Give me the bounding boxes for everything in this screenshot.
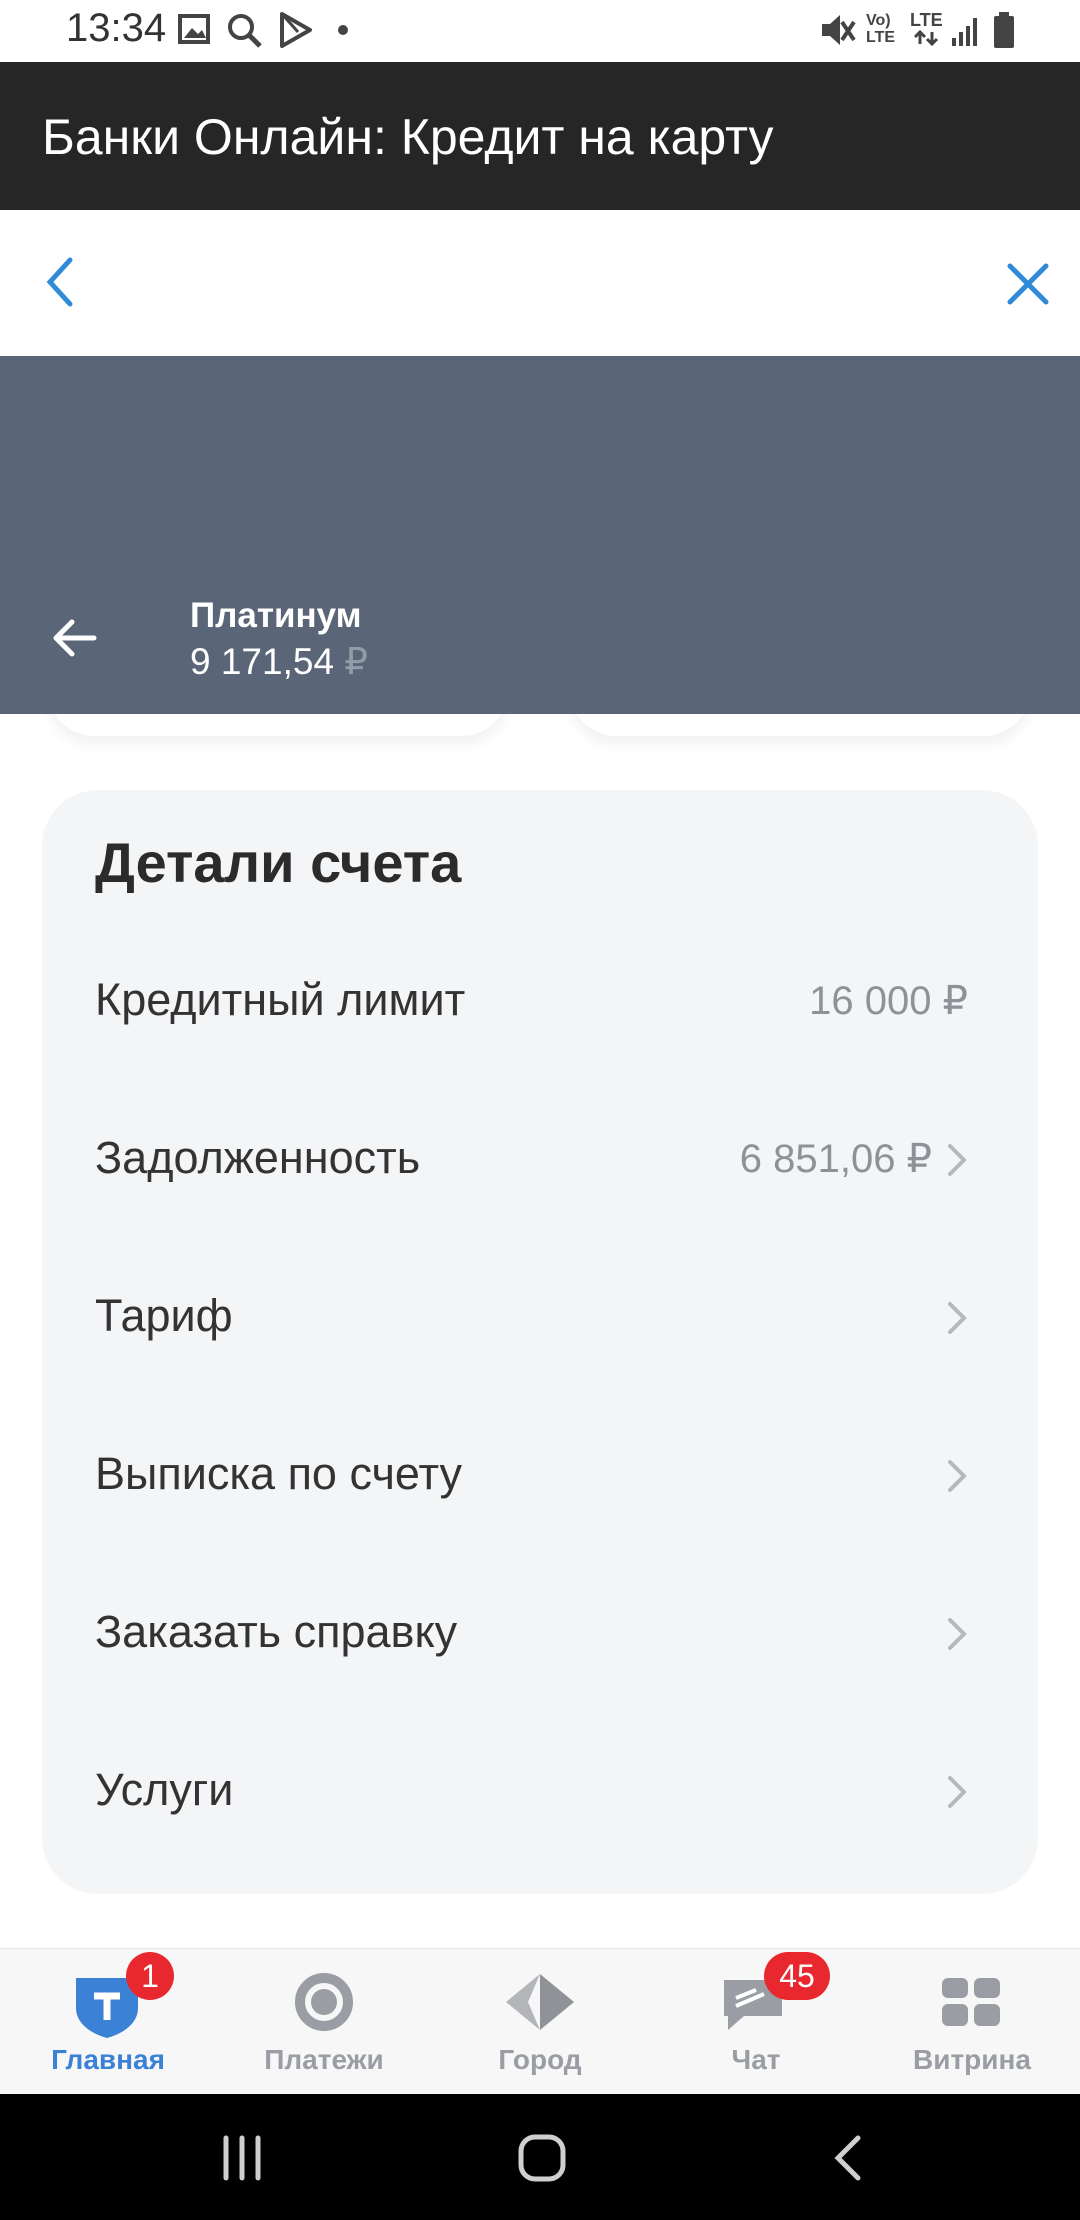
mute-icon [822, 15, 856, 45]
chat-badge: 45 [764, 1952, 830, 2000]
chevron-right-icon [948, 1144, 967, 1176]
gallery-icon [178, 14, 210, 44]
home-badge: 1 [126, 1952, 174, 2000]
chevron-right-icon [948, 1302, 967, 1334]
row-label: Заказать справку [95, 1606, 458, 1657]
row-label: Кредитный лимит [95, 974, 466, 1025]
app-title: Банки Онлайн: Кредит на карту [42, 109, 774, 165]
row-label: Выписка по счету [95, 1448, 463, 1499]
showcase-grid-icon [942, 1978, 1000, 2026]
chevron-right-icon [948, 1618, 967, 1650]
play-store-icon [280, 12, 312, 48]
row-value: 6 851,06 ₽ [739, 1137, 932, 1181]
chevron-right-icon [948, 1460, 967, 1492]
data-arrows-icon [913, 30, 939, 46]
tab-chat-label: Чат [731, 2044, 781, 2075]
city-diamond-icon [506, 1974, 574, 2030]
recent-apps-icon[interactable] [218, 2134, 268, 2182]
account-header-overlay [0, 356, 1080, 714]
back-chevron-icon[interactable] [40, 254, 80, 310]
balance-currency: ₽ [344, 641, 368, 682]
search-icon [228, 14, 262, 48]
battery-icon [994, 12, 1014, 48]
row-label: Задолженность [95, 1132, 421, 1183]
row-value: 16 000 ₽ [809, 979, 968, 1023]
volte-indicator: Vo) LTE [866, 12, 896, 46]
lte-indicator: LTE [910, 10, 943, 30]
tab-payments-label: Платежи [264, 2044, 384, 2075]
close-icon[interactable] [1004, 260, 1052, 308]
payments-circle-icon [295, 1973, 353, 2031]
tab-city-label: Город [498, 2044, 582, 2075]
tab-home-label: Главная [51, 2044, 165, 2075]
details-title: Детали счета [95, 831, 462, 894]
arrow-left-icon[interactable] [50, 614, 98, 662]
notification-dot-icon [338, 25, 348, 35]
row-label: Тариф [95, 1290, 233, 1341]
webview-nav-header [0, 210, 1080, 356]
chevron-right-icon [948, 1776, 967, 1808]
account-name: Платинум [190, 596, 362, 635]
account-balance: 9 171,54 ₽ [190, 640, 368, 683]
tab-showcase-label: Витрина [913, 2044, 1031, 2075]
signal-icon [952, 18, 977, 46]
system-back-icon[interactable] [828, 2132, 868, 2184]
balance-amount: 9 171,54 [190, 641, 335, 682]
status-time: 13:34 [66, 6, 167, 50]
row-label: Услуги [95, 1764, 234, 1815]
home-icon[interactable] [516, 2132, 568, 2184]
